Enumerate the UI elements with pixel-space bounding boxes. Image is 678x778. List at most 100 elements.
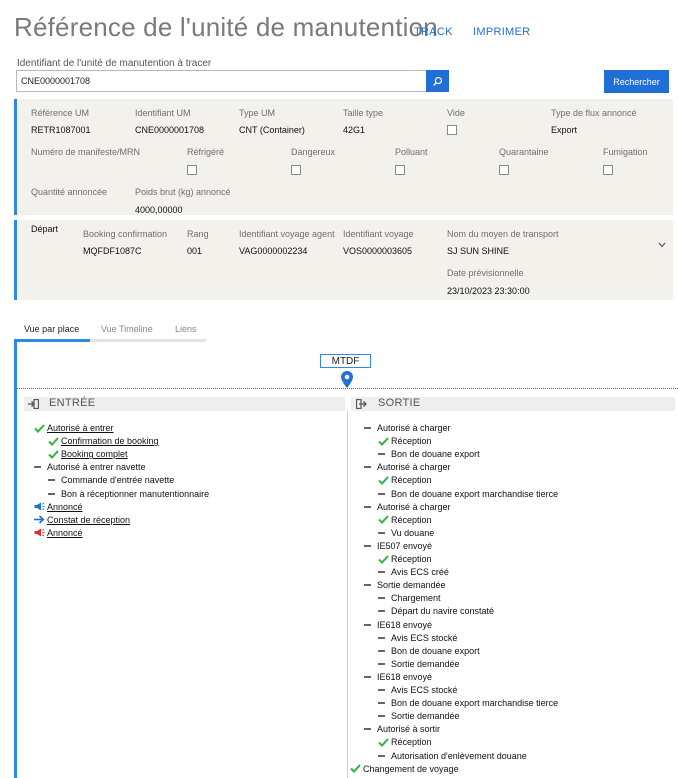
booking-label: Booking confirmation [83,229,168,239]
booking-value: MQFDF1087C [83,246,142,256]
dash-icon [378,597,391,600]
track-link[interactable]: TRACK [414,26,453,38]
exit-item-label: Chargement [391,593,441,604]
exit-item-label: IE507 envoyé [377,540,433,551]
entry-item-label: Autorisé à entrer navette [47,462,146,473]
dash-icon [378,636,391,639]
dash-icon [34,466,47,469]
entry-item-label[interactable]: Autorisé à entrer [47,423,114,433]
exit-item-label: Réception [391,554,432,564]
entry-item-label[interactable]: Booking complet [61,449,128,459]
exit-header: SORTIE [351,397,675,411]
exit-item-label: Avis ECS stocké [391,632,458,643]
tab-place-view[interactable]: Vue par place [24,324,79,334]
agent-voyage-label: Identifiant voyage agent [239,229,335,239]
exit-item-label: Autorisé à charger [377,501,451,512]
entry-item: Bon à réceptionner manutentionnaire [48,488,209,500]
exit-item-label: Avis ECS créé [391,567,449,578]
dash-icon [364,466,377,469]
rank-value: 001 [187,246,203,256]
exit-item-label: Autorisé à charger [377,462,451,473]
exit-item: Sortie demandée [364,579,446,591]
entry-icon [28,398,40,412]
print-link[interactable]: IMPRIMER [473,26,530,38]
exit-item-label: Vu douane [391,527,435,538]
exit-item: Autorisé à sortir [364,723,440,735]
entry-item[interactable]: Autorisé à entrer [34,422,114,434]
entry-item[interactable]: Confirmation de booking [48,435,159,447]
exit-item: Réception [378,553,432,565]
entry-item-label[interactable]: Annoncé [47,502,83,512]
check-icon [48,450,61,459]
dash-icon [378,453,391,456]
exit-item: IE618 envoyé [364,619,432,631]
exit-item-label: Autorisation d'enlèvement douane [391,750,527,761]
exit-item-label: Bon de douane export [391,645,480,656]
exit-item-label: Autorisé à charger [377,423,451,433]
entry-item-label[interactable]: Constat de réception [47,515,130,525]
field-label: Référence UM [31,108,90,118]
field-value: RETR1087001 [31,125,91,135]
exit-item: Sortie demandée [378,710,460,722]
column-separator [347,411,348,778]
entry-item-label: Bon à réceptionner manutentionnaire [61,488,210,499]
exit-item-label: Autorisé à sortir [377,724,441,735]
arrow-right-icon [34,515,47,524]
tab-timeline-view[interactable]: Vue Timeline [101,324,153,334]
check-icon [378,436,391,446]
entry-item[interactable]: Annoncé [34,501,83,513]
search-label: Identifiant de l'unité de manutention à … [17,58,212,69]
exit-item: IE507 envoyé [364,540,432,552]
entry-item[interactable]: Booking complet [48,448,128,460]
fumigation-checkbox [603,165,613,175]
reefer-checkbox [187,165,197,175]
search-button[interactable]: Rechercher [604,70,669,93]
exit-item: Avis ECS stocké [378,684,457,696]
dash-icon [364,505,377,508]
entry-item-label[interactable]: Confirmation de booking [61,436,159,446]
megaphone-alert-icon [34,528,47,537]
exit-item-label: IE618 envoyé [377,619,433,630]
active-tab-indicator [14,339,90,342]
entry-item: Commande d'entrée navette [48,474,174,486]
exit-item-label: Sortie demandée [377,580,446,591]
dash-icon [378,715,391,718]
exit-item: Bon de douane export [378,448,480,460]
tab-links[interactable]: Liens [175,324,197,334]
transport-label: Nom du moyen de transport [447,229,559,239]
dash-icon [364,728,377,731]
rank-label: Rang [187,229,209,239]
search-input[interactable] [17,71,426,91]
entry-header: ENTRÉE [24,397,345,411]
voyage-label: Identifiant voyage [343,229,414,239]
timeline-bar [14,342,17,778]
exit-title: SORTIE [378,397,421,409]
quarantine-label: Quarantaine [499,147,549,157]
manifest-label: Numéro de manifeste/MRN [31,147,141,157]
exit-item: Réception [378,736,432,748]
exit-item-label: IE618 envoyé [377,671,433,682]
pollutant-label: Polluant [395,147,428,157]
timeline-dotted-line [17,388,678,389]
exit-item: Bon de douane export [378,645,480,657]
expand-chevron-icon[interactable] [658,240,666,251]
unit-details-panel: Référence UM RETR1087001 Identifiant UM … [14,99,673,215]
exit-item-label: Départ du navire constaté [391,606,495,617]
exit-item: Autorisation d'enlèvement douane [378,750,527,762]
exit-item-label: Bon de douane export marchandise tierce [391,698,559,709]
search-field-wrapper [16,70,426,92]
entry-item-label[interactable]: Annoncé [47,528,83,538]
entry-item: Autorisé à entrer navette [34,461,146,473]
exit-item: IE618 envoyé [364,671,432,683]
departure-title: Départ [31,224,59,234]
entry-item[interactable]: Annoncé [34,527,83,539]
dash-icon [48,492,61,495]
date-value: 23/10/2023 23:30:00 [447,286,530,296]
entry-item[interactable]: Constat de réception [34,514,130,526]
exit-item: Autorisé à charger [364,501,451,513]
exit-item: Départ du navire constaté [378,605,494,617]
field-value: CNT (Container) [239,125,305,135]
exit-item: Sortie demandée [378,658,460,670]
agent-voyage-value: VAG0000002234 [239,246,308,256]
search-icon-button[interactable] [426,70,449,92]
